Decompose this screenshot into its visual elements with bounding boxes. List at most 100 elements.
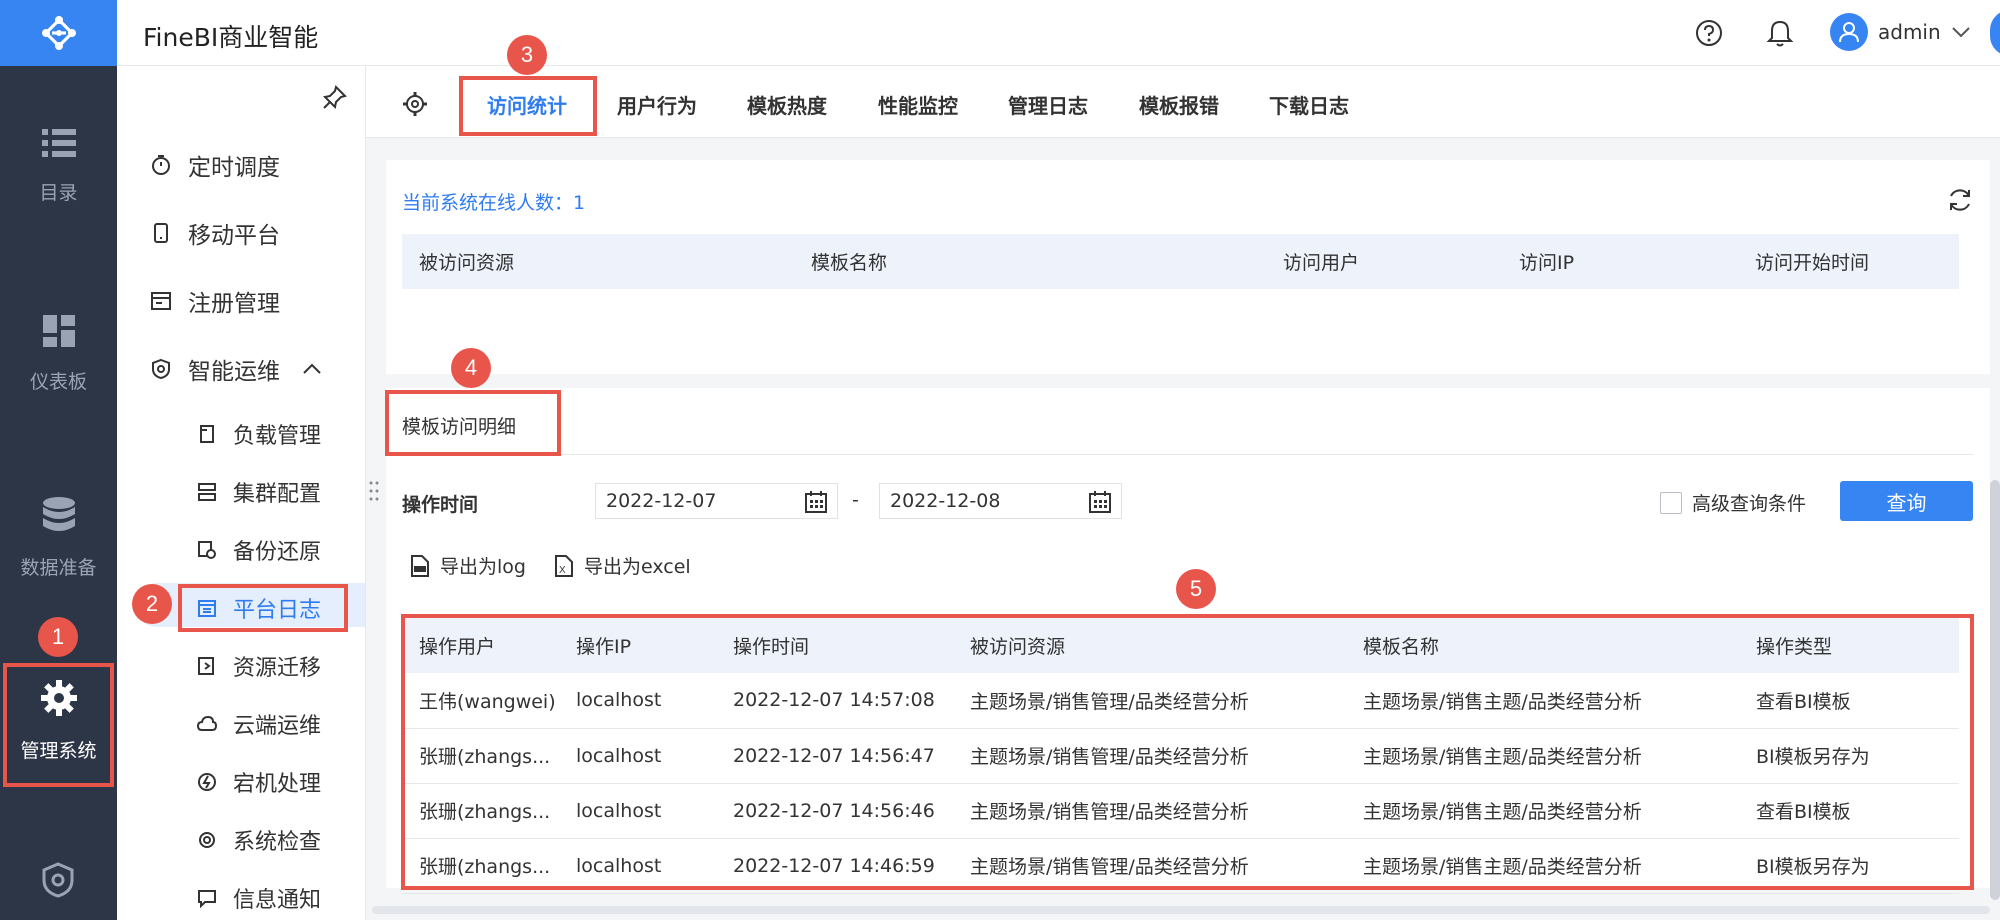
vertical-scrollbar[interactable] bbox=[1990, 480, 2000, 900]
tab-template-heat[interactable]: 模板热度 bbox=[747, 90, 827, 119]
nav-item-label: 系统检查 bbox=[233, 830, 322, 855]
mobile-icon bbox=[154, 223, 168, 243]
column-header[interactable]: 模板名称 bbox=[794, 234, 1266, 289]
nav-item-schedule[interactable]: 定时调度 bbox=[150, 148, 280, 182]
ops-shield-icon[interactable] bbox=[40, 862, 76, 898]
column-header[interactable]: 被访问资源 bbox=[402, 234, 794, 289]
nav-item-smart-ops[interactable]: 智能运维 bbox=[150, 352, 322, 386]
nav-item-cloud[interactable]: 云端运维 bbox=[197, 708, 321, 740]
rail-item-label: 仪表板 bbox=[29, 371, 87, 393]
top-bar: FineBI商业智能 admin bbox=[117, 0, 2000, 66]
shield-icon bbox=[152, 358, 170, 380]
export-excel-icon: X bbox=[555, 554, 573, 577]
annotation-badge-4: 4 bbox=[451, 348, 491, 388]
rail-item-dashboard[interactable]: 仪表板 bbox=[0, 315, 117, 394]
divider bbox=[402, 454, 1974, 455]
logo-icon bbox=[41, 16, 76, 50]
tab-template-errors[interactable]: 模板报错 bbox=[1139, 90, 1219, 119]
annotation-box-3 bbox=[459, 76, 597, 136]
tab-download-log[interactable]: 下载日志 bbox=[1269, 90, 1349, 119]
advanced-query-label: 高级查询条件 bbox=[1692, 493, 1807, 515]
tab-admin-log[interactable]: 管理日志 bbox=[1008, 90, 1088, 119]
stopwatch-icon bbox=[152, 155, 170, 175]
help-icon[interactable] bbox=[1694, 18, 1724, 48]
database-icon bbox=[42, 497, 75, 531]
annotation-box-2 bbox=[178, 584, 348, 632]
query-button[interactable]: 查询 bbox=[1840, 481, 1973, 521]
checkbox[interactable] bbox=[1660, 491, 1682, 514]
nav-item-label: 注册管理 bbox=[188, 291, 280, 317]
annotation-box-5 bbox=[401, 614, 1974, 890]
avatar bbox=[1830, 13, 1868, 51]
tab-performance[interactable]: 性能监控 bbox=[878, 90, 958, 119]
nav-item-label: 集群配置 bbox=[233, 482, 322, 507]
cloud-icon bbox=[197, 715, 217, 731]
svg-text:X: X bbox=[559, 565, 566, 576]
chevron-down-icon bbox=[1951, 27, 1970, 38]
operation-time-label: 操作时间 bbox=[402, 494, 479, 516]
export-excel-button[interactable]: X 导出为excel bbox=[552, 552, 691, 579]
rail-item-catalog[interactable]: 目录 bbox=[0, 128, 117, 205]
annotation-box-1 bbox=[3, 663, 114, 787]
dashboard-icon bbox=[42, 315, 75, 347]
calendar-icon[interactable] bbox=[1088, 490, 1112, 514]
nav-item-register[interactable]: 注册管理 bbox=[150, 284, 280, 318]
online-table: 被访问资源 模板名称 访问用户 访问IP 访问开始时间 bbox=[402, 234, 1959, 289]
resize-handle[interactable] bbox=[369, 480, 379, 502]
export-log-button[interactable]: 导出为log bbox=[408, 552, 526, 579]
settings-gear-icon[interactable] bbox=[402, 91, 428, 117]
nav-item-label: 宕机处理 bbox=[233, 772, 322, 797]
rail-item-data-prep[interactable]: 数据准备 bbox=[0, 497, 117, 580]
nav-item-label: 移动平台 bbox=[188, 223, 280, 249]
nav-item-mobile[interactable]: 移动平台 bbox=[150, 216, 280, 250]
nav-item-notify[interactable]: 信息通知 bbox=[197, 882, 321, 914]
column-header[interactable]: 访问用户 bbox=[1266, 234, 1502, 289]
app-logo[interactable] bbox=[0, 0, 117, 66]
list-icon bbox=[41, 129, 76, 157]
cluster-icon bbox=[198, 483, 216, 501]
migrate-icon bbox=[198, 657, 214, 675]
date-to-input[interactable]: 2022-12-08 bbox=[879, 483, 1122, 519]
annotation-badge-1: 1 bbox=[38, 617, 78, 657]
nav-item-cluster[interactable]: 集群配置 bbox=[197, 476, 321, 508]
nav-item-crash[interactable]: 宕机处理 bbox=[197, 766, 321, 798]
calendar-icon[interactable] bbox=[804, 490, 828, 514]
date-separator: - bbox=[852, 489, 859, 511]
horizontal-scrollbar[interactable] bbox=[372, 906, 1990, 914]
annotation-box-4 bbox=[385, 390, 561, 456]
column-header[interactable]: 访问开始时间 bbox=[1738, 234, 1959, 289]
pin-icon[interactable] bbox=[322, 84, 348, 110]
drag-dots-icon bbox=[369, 481, 379, 501]
nav-item-label: 信息通知 bbox=[233, 888, 322, 913]
edge-decoration bbox=[1990, 10, 2000, 56]
column-header[interactable]: 访问IP bbox=[1502, 234, 1738, 289]
nav-item-migrate[interactable]: 资源迁移 bbox=[197, 650, 321, 682]
nav-item-backup[interactable]: 备份还原 bbox=[197, 534, 321, 566]
nav-item-label: 资源迁移 bbox=[233, 656, 322, 681]
message-icon bbox=[198, 890, 216, 908]
user-icon bbox=[1839, 22, 1859, 43]
rail-item-label: 数据准备 bbox=[20, 557, 97, 579]
export-log-label: 导出为log bbox=[440, 556, 526, 578]
bell-icon[interactable] bbox=[1765, 18, 1795, 48]
date-from-value: 2022-12-07 bbox=[606, 490, 717, 512]
export-log-icon bbox=[411, 554, 429, 577]
nav-item-label: 定时调度 bbox=[188, 155, 280, 181]
chevron-up-icon bbox=[303, 363, 321, 374]
advanced-query-toggle[interactable]: 高级查询条件 bbox=[1660, 489, 1806, 516]
nav-item-load[interactable]: 负载管理 bbox=[197, 418, 321, 450]
online-count: 当前系统在线人数：1 bbox=[402, 192, 586, 214]
gear-check-icon bbox=[199, 832, 215, 848]
register-icon bbox=[151, 292, 171, 310]
online-users-panel: 当前系统在线人数：1 被访问资源 模板名称 访问用户 访问IP 访问开始时间 /… bbox=[386, 160, 1990, 510]
nav-item-label: 负载管理 bbox=[233, 424, 322, 449]
date-from-input[interactable]: 2022-12-07 bbox=[595, 483, 838, 519]
refresh-icon[interactable] bbox=[1946, 186, 1974, 214]
annotation-badge-5: 5 bbox=[1176, 569, 1216, 609]
user-menu[interactable]: admin bbox=[1830, 13, 1971, 51]
export-excel-label: 导出为excel bbox=[584, 556, 691, 578]
rail-item-label: 目录 bbox=[39, 182, 78, 204]
backup-icon bbox=[198, 541, 216, 559]
tab-user-behavior[interactable]: 用户行为 bbox=[617, 90, 697, 119]
nav-item-system-check[interactable]: 系统检查 bbox=[197, 824, 321, 856]
